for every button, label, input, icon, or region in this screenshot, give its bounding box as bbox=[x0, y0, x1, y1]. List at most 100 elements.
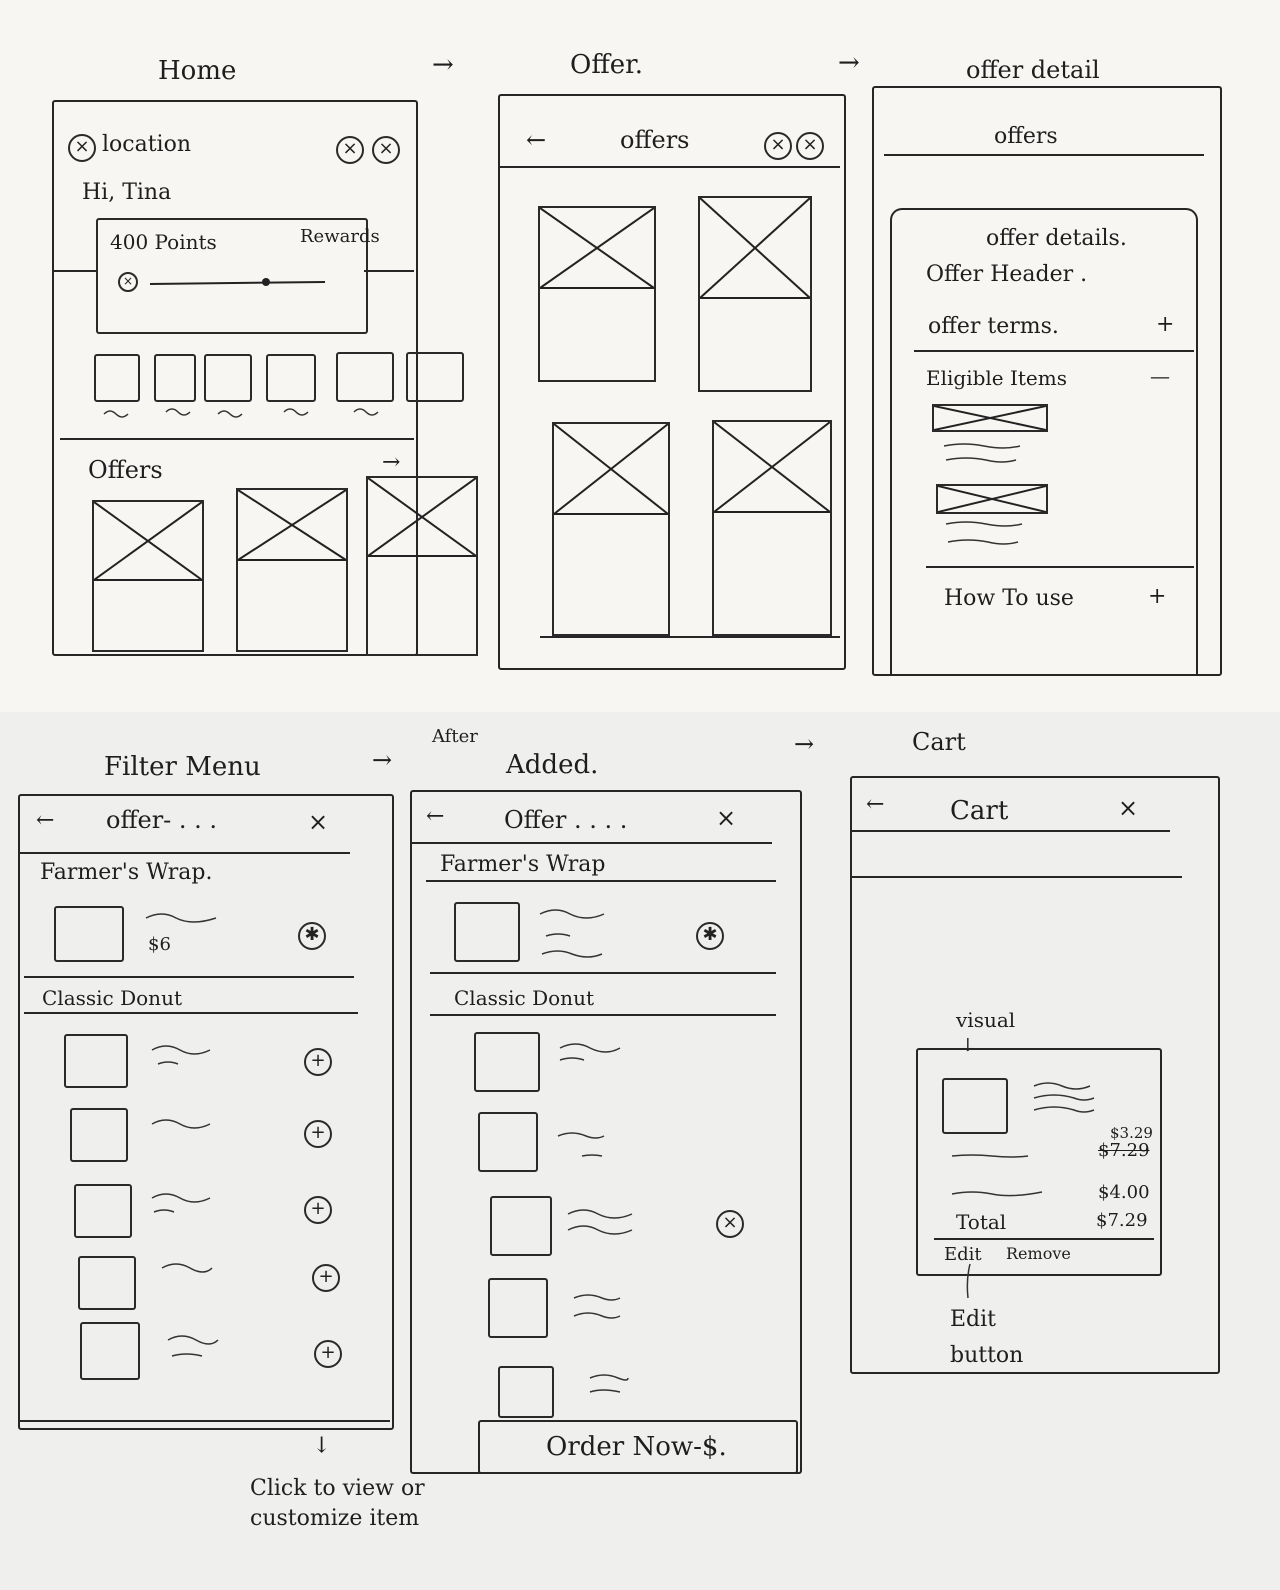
offers-section-title: Offers bbox=[88, 456, 163, 484]
offer-tile[interactable] bbox=[538, 206, 656, 382]
offer-tile[interactable] bbox=[698, 196, 812, 392]
divider bbox=[430, 972, 776, 974]
item-thumbnail[interactable] bbox=[490, 1196, 552, 1256]
category-tile[interactable] bbox=[336, 352, 394, 402]
filter-icon[interactable]: × bbox=[764, 132, 792, 160]
item-thumbnail[interactable] bbox=[454, 902, 520, 962]
category-tile[interactable] bbox=[204, 354, 252, 402]
item-description bbox=[539, 909, 605, 958]
remove-button[interactable]: Remove bbox=[1006, 1244, 1071, 1263]
offers-see-all-arrow[interactable]: → bbox=[382, 450, 400, 475]
category-captions bbox=[103, 408, 379, 418]
progress-bar bbox=[149, 278, 326, 286]
offer-terms-label[interactable]: offer terms. bbox=[928, 314, 1059, 339]
item-thumbnail bbox=[942, 1078, 1008, 1134]
close-icon[interactable]: × bbox=[308, 808, 328, 836]
close-icon[interactable]: × bbox=[1118, 794, 1138, 822]
offers-title: offers bbox=[620, 126, 690, 154]
back-arrow[interactable]: ← bbox=[526, 126, 546, 154]
visual-annotation: visual bbox=[956, 1008, 1016, 1032]
item-thumbnail[interactable] bbox=[64, 1034, 128, 1088]
item-name bbox=[145, 913, 217, 923]
after-caption-small: After bbox=[432, 726, 478, 747]
add-item-icon[interactable]: + bbox=[304, 1120, 332, 1148]
flow-arrow: → bbox=[432, 50, 454, 80]
back-arrow[interactable]: ← bbox=[866, 792, 884, 817]
added-item-icon[interactable]: × bbox=[716, 1210, 744, 1238]
item-thumbnail[interactable] bbox=[478, 1112, 538, 1172]
greeting: Hi, Tina bbox=[82, 180, 172, 205]
category-tile[interactable] bbox=[406, 352, 464, 402]
expand-terms-icon[interactable]: + bbox=[1156, 312, 1174, 337]
item-price: $6 bbox=[148, 934, 171, 955]
divider bbox=[24, 1012, 358, 1014]
add-item-icon[interactable]: + bbox=[314, 1340, 342, 1368]
divider bbox=[364, 270, 414, 272]
divider bbox=[934, 1238, 1154, 1240]
rewards-link[interactable]: Rewards bbox=[300, 226, 380, 247]
add-item-icon[interactable]: + bbox=[304, 1196, 332, 1224]
item-thumbnail[interactable] bbox=[74, 1184, 132, 1238]
item-thumbnail[interactable] bbox=[488, 1278, 548, 1338]
location-icon[interactable]: × bbox=[68, 134, 96, 162]
divider bbox=[430, 1014, 776, 1016]
item-thumbnail[interactable] bbox=[498, 1366, 554, 1418]
item-thumbnail[interactable] bbox=[474, 1032, 540, 1092]
reward-icon: × bbox=[118, 272, 138, 292]
selected-item-icon[interactable]: ✱ bbox=[298, 922, 326, 950]
eligible-item-thumb[interactable] bbox=[932, 404, 1048, 432]
category-tile[interactable] bbox=[154, 354, 196, 402]
section-classic-donut: Classic Donut bbox=[454, 986, 594, 1010]
item-thumbnail[interactable] bbox=[78, 1256, 136, 1310]
item-descriptions bbox=[151, 1045, 219, 1357]
note-arrow: → bbox=[308, 1435, 334, 1454]
offer-caption: Offer. bbox=[570, 50, 644, 80]
close-icon[interactable]: × bbox=[716, 804, 736, 832]
header-divider bbox=[412, 842, 772, 844]
offer-detail-caption: offer detail bbox=[966, 56, 1100, 84]
collapse-eligible-icon[interactable]: — bbox=[1150, 364, 1170, 388]
flow-arrow: → bbox=[838, 48, 860, 78]
bottom-divider bbox=[540, 636, 840, 638]
notification-icon[interactable]: × bbox=[336, 136, 364, 164]
item-descriptions bbox=[557, 1043, 633, 1393]
item-thumbnail[interactable] bbox=[70, 1108, 128, 1162]
eligible-items-label[interactable]: Eligible Items bbox=[926, 366, 1067, 390]
after-added-caption: Added. bbox=[506, 750, 599, 780]
item-thumbnail[interactable] bbox=[54, 906, 124, 962]
how-to-use-label[interactable]: How To use bbox=[944, 586, 1074, 611]
back-arrow[interactable]: ← bbox=[426, 804, 444, 829]
eligible-item-thumb[interactable] bbox=[936, 484, 1048, 514]
eligible-item-text bbox=[943, 443, 1021, 463]
divider bbox=[60, 438, 414, 440]
section-farmers-wrap: Farmer's Wrap bbox=[440, 852, 606, 877]
header-divider bbox=[20, 852, 350, 854]
order-now-label[interactable]: Order Now-$. bbox=[546, 1432, 727, 1462]
offer-header-line: Offer Header . bbox=[926, 262, 1088, 287]
offer-tile[interactable] bbox=[552, 422, 670, 636]
divider bbox=[852, 876, 1182, 878]
add-item-icon[interactable]: + bbox=[304, 1048, 332, 1076]
offer-card[interactable] bbox=[92, 500, 204, 652]
item-thumbnail[interactable] bbox=[80, 1322, 140, 1380]
search-icon[interactable]: × bbox=[796, 132, 824, 160]
offer-card[interactable] bbox=[236, 488, 348, 652]
offer-card[interactable] bbox=[366, 476, 478, 656]
category-tile[interactable] bbox=[266, 354, 316, 402]
back-arrow[interactable]: ← bbox=[36, 808, 54, 833]
section-farmers-wrap: Farmer's Wrap. bbox=[40, 860, 213, 885]
flow-arrow: → bbox=[372, 746, 393, 774]
category-tile[interactable] bbox=[94, 354, 140, 402]
offer-tile[interactable] bbox=[712, 420, 832, 636]
total-value: $7.29 bbox=[1096, 1210, 1148, 1231]
expand-how-icon[interactable]: + bbox=[1148, 584, 1166, 609]
section-classic-donut: Classic Donut bbox=[42, 986, 182, 1010]
filter-menu-caption: Filter Menu bbox=[104, 752, 261, 782]
location-label[interactable]: location bbox=[102, 132, 191, 157]
divider bbox=[914, 350, 1194, 352]
header-divider bbox=[500, 166, 840, 168]
profile-icon[interactable]: × bbox=[372, 136, 400, 164]
add-item-icon[interactable]: + bbox=[312, 1264, 340, 1292]
offer-detail-title: offers bbox=[994, 124, 1058, 149]
added-item-icon[interactable]: ✱ bbox=[696, 922, 724, 950]
